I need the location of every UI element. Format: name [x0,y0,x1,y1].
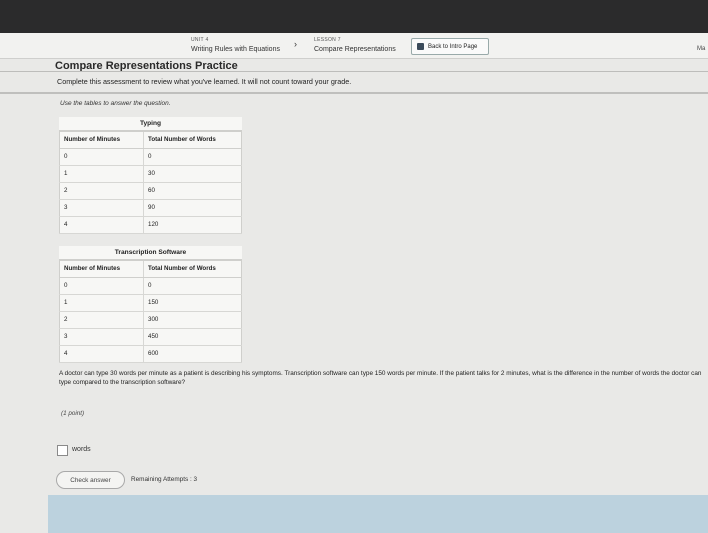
table-cell: 30 [143,165,242,183]
answer-input[interactable] [57,445,68,456]
breadcrumb-lesson[interactable]: LESSON 7 Compare Representations [314,36,396,54]
table-cell: 4 [59,216,144,234]
back-to-intro-label: Back to Intro Page [428,43,478,50]
table-cell: 450 [143,328,242,346]
table-cell: 300 [143,311,242,329]
lesson-label: LESSON 7 [314,37,341,43]
table-row: 1 150 [59,294,242,312]
table-row: 3 450 [59,328,242,346]
typing-table: Typing Number of Minutes Total Number of… [59,117,242,234]
table-row: 00 [59,148,242,166]
table-row: 4 600 [59,345,242,363]
title-divider [0,71,708,72]
table-cell: 0 [59,277,144,295]
footer-bar [48,495,708,533]
table-cell: 2 [59,311,144,329]
table-cell: 90 [143,199,242,217]
table-row: 3 90 [59,199,242,217]
typing-table-title: Typing [59,117,242,130]
column-header: Total Number of Words [143,130,242,149]
page-description: Complete this assessment to review what … [57,77,352,86]
table-cell: 4 [59,345,144,363]
software-table-title: Transcription Software [59,246,242,259]
breadcrumb-unit[interactable]: UNIT 4 Writing Rules with Equations [191,36,280,54]
table-row: 00 [59,277,242,295]
table-cell: 1 [59,165,144,183]
table-row: 2 60 [59,182,242,200]
back-to-intro-button[interactable]: Back to Intro Page [411,38,489,55]
top-bar [0,0,708,33]
table-cell: 150 [143,294,242,312]
table-row: 4 120 [59,216,242,234]
table-cell: 120 [143,216,242,234]
lesson-title: Compare Representations [314,46,396,53]
column-header: Number of Minutes [59,259,144,278]
software-table: Transcription Software Number of Minutes… [59,246,242,363]
column-header: Total Number of Words [143,259,242,278]
description-divider [0,92,708,94]
points-label: (1 point) [61,410,85,417]
instruction-text: Use the tables to answer the question. [60,100,171,107]
table-cell: 0 [143,277,242,295]
document-icon [417,43,424,50]
chevron-right-icon: › [294,39,297,49]
table-cell: 3 [59,328,144,346]
table-row: 2 300 [59,311,242,329]
table-cell: 2 [59,182,144,200]
table-cell: 1 [59,294,144,312]
table-row: 1 30 [59,165,242,183]
table-cell: 3 [59,199,144,217]
table-cell: 600 [143,345,242,363]
check-answer-button[interactable]: Check answer [56,471,125,489]
question-text: A doctor can type 30 words per minute as… [59,370,702,386]
header-edge-text: Ma [697,46,706,52]
table-cell: 0 [143,148,242,166]
remaining-attempts: Remaining Attempts : 3 [131,476,198,483]
table-cell: 0 [59,148,144,166]
unit-label: UNIT 4 [191,37,209,43]
table-cell: 60 [143,182,242,200]
unit-title: Writing Rules with Equations [191,46,280,53]
answer-unit-label: words [72,446,91,453]
column-header: Number of Minutes [59,130,144,149]
